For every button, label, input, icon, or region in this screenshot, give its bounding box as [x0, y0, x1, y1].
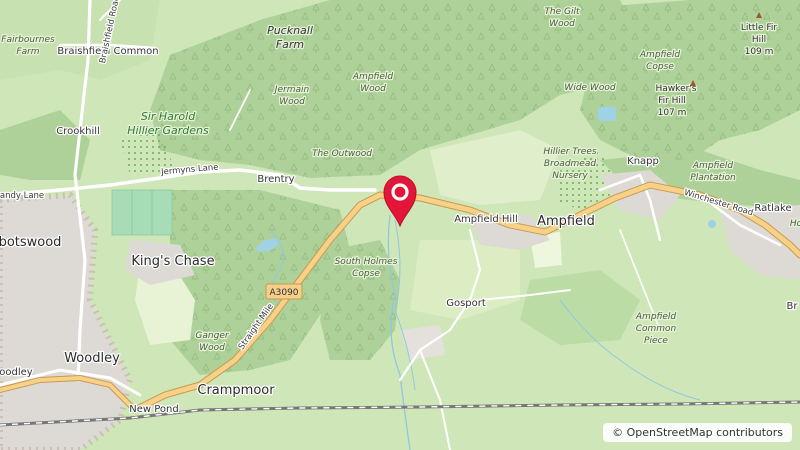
south-holmes-copse-label: South Holmes	[335, 257, 398, 267]
ampfield-copse-label: Ampfield	[639, 50, 680, 60]
little-fir-hill-label-2: Hill	[752, 35, 766, 45]
the-outwood-label: The Outwood	[312, 149, 372, 159]
a3090-label: A3090	[269, 288, 298, 298]
map-pin-icon	[383, 175, 417, 228]
hawkers-fir-hill-elevation: 107 m	[658, 108, 687, 118]
hawkers-fir-hill-label-2: Fir Hill	[658, 96, 686, 106]
pucknall-farm-label-2: Farm	[276, 38, 304, 51]
crampmoor-label: Crampmoor	[197, 383, 275, 398]
hillier-gardens-label-2: Hillier Gardens	[127, 124, 209, 137]
south-holmes-copse-label-2: Copse	[352, 269, 380, 279]
new-pond-label: New Pond	[129, 404, 178, 415]
little-fir-hill-label: Little Fir	[741, 23, 777, 33]
ampfield-hill-label: Ampfield Hill	[454, 214, 518, 225]
a3090-shield: A3090	[265, 283, 303, 300]
handy-lane-label: andy Lane	[0, 191, 44, 201]
woodley-west-label: oodley	[0, 367, 33, 378]
gosport-label: Gosport	[446, 298, 486, 309]
ho-label: Ho	[790, 219, 800, 229]
hillier-gardens-label: Sir Harold	[141, 110, 196, 123]
pucknall-farm-label: Pucknall	[267, 24, 313, 37]
woodley-label: Woodley	[64, 351, 120, 366]
botswood-label: botswood	[0, 235, 61, 250]
ampfield-wood-label: Ampfield	[352, 72, 393, 82]
fairbournes-label: Fairbournes	[1, 35, 55, 45]
fairbournes-label-2: Farm	[16, 47, 39, 57]
the-gilt-wood-label-2: Wood	[549, 19, 575, 29]
wide-wood-label: Wide Wood	[564, 83, 615, 93]
location-marker[interactable]	[380, 172, 420, 228]
ampfield-plantation-label-2: Plantation	[690, 173, 736, 183]
hillier-trees-label-2: Broadmead	[544, 159, 596, 169]
jermain-wood-label: Jermain	[273, 85, 310, 95]
crookhill-label: Crookhill	[56, 126, 100, 137]
attribution-link[interactable]: © OpenStreetMap contributors	[603, 423, 792, 442]
ampfield-common-piece-label-3: Piece	[644, 336, 668, 346]
ampfield-label: Ampfield	[537, 214, 595, 229]
ampfield-common-piece-label-2: Common	[636, 324, 677, 334]
ganger-wood-label-2: Wood	[199, 343, 225, 353]
ampfield-plantation-label: Ampfield	[692, 161, 733, 171]
ampfield-wood-label-2: Wood	[360, 84, 386, 94]
jermain-wood-label-2: Wood	[279, 97, 305, 107]
hillier-trees-label: Hillier Trees	[543, 147, 596, 157]
ampfield-common-piece-label: Ampfield	[635, 312, 676, 322]
brentry-label: Brentry	[257, 174, 294, 185]
knapp-label: Knapp	[627, 156, 659, 167]
map-view[interactable]: A3090 Pucknall Farm Braishfield Common B…	[0, 0, 800, 450]
kings-chase-label: King's Chase	[131, 254, 214, 269]
little-fir-hill-elevation: 109 m	[745, 47, 774, 57]
hillier-trees-label-3: Nursery	[552, 171, 588, 181]
br-label: Br	[787, 301, 799, 312]
ganger-wood-label: Ganger	[195, 331, 229, 341]
ratlake-label: Ratlake	[754, 203, 791, 214]
the-gilt-wood-label: The Gilt	[544, 7, 580, 17]
ampfield-copse-label-2: Copse	[646, 62, 674, 72]
